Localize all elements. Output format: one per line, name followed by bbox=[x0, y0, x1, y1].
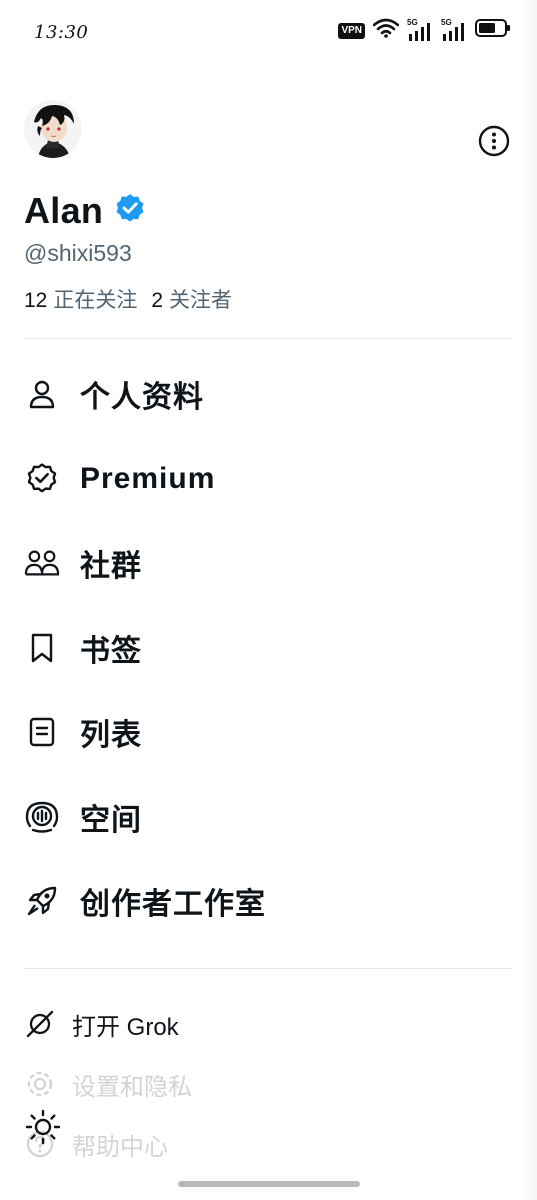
menu-item-lists[interactable]: 列表 bbox=[0, 690, 537, 775]
communities-icon bbox=[24, 545, 60, 581]
divider bbox=[24, 338, 513, 339]
drawer-menu: 个人资料 Premium 社群 书签 列表 空间 创作者工作室 bbox=[0, 352, 537, 944]
grok-icon bbox=[24, 1008, 56, 1040]
bookmark-icon bbox=[24, 630, 60, 666]
secondary-menu: 打开 Grok 设置和隐私 帮助中心 bbox=[0, 994, 537, 1174]
status-icons: VPN 5G 5G bbox=[338, 18, 511, 43]
following-label: 正在关注 bbox=[53, 289, 138, 312]
menu-item-label: Premium bbox=[80, 461, 216, 495]
menu-item-label: 帮助中心 bbox=[72, 1133, 168, 1161]
signal-5g-label: 5G bbox=[407, 17, 418, 27]
menu-item-label: 创作者工作室 bbox=[80, 888, 266, 922]
spaces-icon bbox=[24, 799, 60, 835]
status-bar: 13:30 VPN 5G 5G bbox=[0, 0, 537, 64]
menu-item-label: 空间 bbox=[80, 803, 142, 837]
display-name: Alan bbox=[24, 190, 104, 231]
menu-item-label: 书签 bbox=[80, 634, 142, 668]
drawer-header bbox=[24, 100, 513, 158]
followers-count: 2 bbox=[151, 289, 164, 312]
signal-5g-label: 5G bbox=[441, 17, 452, 27]
menu-item-profile[interactable]: 个人资料 bbox=[0, 352, 537, 437]
battery-icon bbox=[475, 18, 511, 43]
menu-item-label: 设置和隐私 bbox=[72, 1073, 192, 1101]
menu-item-communities[interactable]: 社群 bbox=[0, 521, 537, 606]
verified-badge-icon bbox=[24, 461, 60, 497]
menu-item-creator-studio[interactable]: 创作者工作室 bbox=[0, 859, 537, 944]
signal-5g-icon: 5G bbox=[441, 17, 467, 42]
status-time: 13:30 bbox=[34, 22, 89, 43]
menu-item-grok[interactable]: 打开 Grok bbox=[0, 994, 537, 1054]
menu-item-settings[interactable]: 设置和隐私 bbox=[0, 1054, 537, 1114]
following-link[interactable]: 12 正在关注 bbox=[24, 284, 137, 314]
person-icon bbox=[24, 376, 60, 412]
signal-5g-icon: 5G bbox=[407, 17, 433, 42]
followers-label: 关注者 bbox=[169, 289, 233, 312]
user-handle: @shixi593 bbox=[24, 240, 132, 266]
wifi-icon bbox=[372, 18, 400, 43]
follow-stats: 12 正在关注 2 关注者 bbox=[24, 284, 232, 314]
sun-icon bbox=[25, 1109, 61, 1145]
menu-item-premium[interactable]: Premium bbox=[0, 437, 537, 522]
followers-link[interactable]: 2 关注者 bbox=[151, 284, 232, 314]
more-options-button[interactable] bbox=[475, 122, 513, 160]
display-mode-button[interactable] bbox=[24, 1108, 62, 1146]
more-icon bbox=[478, 125, 510, 157]
divider bbox=[24, 968, 513, 969]
menu-item-label: 打开 Grok bbox=[72, 1013, 179, 1041]
following-count: 12 bbox=[24, 289, 48, 312]
menu-item-label: 社群 bbox=[80, 550, 142, 584]
list-icon bbox=[24, 714, 60, 750]
menu-item-label: 个人资料 bbox=[80, 381, 204, 415]
home-indicator[interactable] bbox=[178, 1181, 360, 1187]
menu-item-spaces[interactable]: 空间 bbox=[0, 775, 537, 860]
menu-item-bookmarks[interactable]: 书签 bbox=[0, 606, 537, 691]
vpn-badge: VPN bbox=[338, 22, 365, 39]
rocket-icon bbox=[24, 883, 60, 919]
menu-item-help[interactable]: 帮助中心 bbox=[0, 1114, 537, 1174]
verified-badge-icon bbox=[113, 192, 147, 231]
menu-item-label: 列表 bbox=[80, 719, 142, 753]
profile-name-row[interactable]: Alan bbox=[24, 190, 147, 232]
gear-icon bbox=[24, 1068, 56, 1100]
avatar[interactable] bbox=[24, 100, 82, 158]
